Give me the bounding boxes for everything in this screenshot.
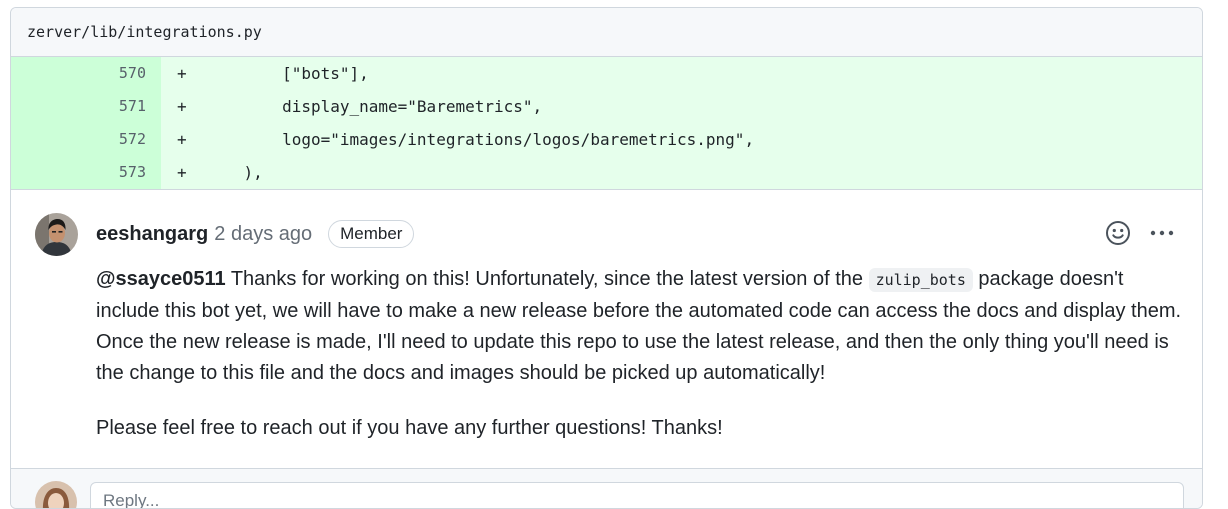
avatar-photo — [35, 213, 78, 256]
file-path-header: zerver/lib/integrations.py — [11, 8, 1202, 57]
comment-paragraph: Please feel free to reach out if you hav… — [96, 417, 723, 439]
line-number[interactable]: 570 — [11, 57, 161, 90]
member-badge: Member — [328, 220, 415, 248]
comment-text: Thanks for working on this! Unfortunatel… — [225, 268, 869, 290]
line-number[interactable]: 571 — [11, 90, 161, 123]
code-line: logo="images/integrations/logos/baremetr… — [205, 130, 755, 149]
current-user-avatar[interactable] — [35, 481, 77, 508]
kebab-icon[interactable] — [1147, 218, 1177, 248]
review-comment-thread: zerver/lib/integrations.py 570 + ["bots"… — [10, 7, 1203, 509]
code-line: ["bots"], — [205, 64, 369, 83]
diff-line: 570 + ["bots"], — [11, 57, 1202, 90]
code-line: display_name="Baremetrics", — [205, 97, 543, 116]
comment: eeshangarg 2 days ago Member @ssayce0511… — [11, 190, 1202, 466]
diff-hunk: 570 + ["bots"], 571 + display_name="Bare… — [11, 57, 1202, 190]
line-number[interactable]: 572 — [11, 123, 161, 156]
addition-marker: + — [177, 97, 187, 116]
code-line: ), — [205, 163, 263, 182]
addition-marker: + — [177, 130, 187, 149]
file-path[interactable]: zerver/lib/integrations.py — [27, 23, 262, 41]
user-mention-link[interactable]: @ssayce0511 — [96, 268, 226, 290]
reply-area: Reply... — [11, 468, 1202, 508]
line-number[interactable]: 573 — [11, 156, 161, 189]
author-avatar[interactable] — [35, 213, 78, 256]
addition-marker: + — [177, 163, 187, 182]
diff-line: 572 + logo="images/integrations/logos/ba… — [11, 123, 1202, 156]
comment-paragraph: @ssayce0511 Thanks for working on this! … — [96, 264, 1186, 389]
comment-body: @ssayce0511 Thanks for working on this! … — [96, 264, 1186, 444]
reply-input[interactable]: Reply... — [90, 482, 1184, 508]
smiley-icon[interactable] — [1103, 218, 1133, 248]
author-name[interactable]: eeshangarg — [96, 223, 208, 246]
comment-actions — [1103, 218, 1177, 248]
comment-timestamp[interactable]: 2 days ago — [214, 223, 312, 246]
inline-code: zulip_bots — [868, 268, 973, 292]
diff-line: 573 + ), — [11, 156, 1202, 189]
addition-marker: + — [177, 64, 187, 83]
avatar-photo — [35, 481, 77, 508]
diff-line: 571 + display_name="Baremetrics", — [11, 90, 1202, 123]
comment-meta: eeshangarg 2 days ago Member — [96, 219, 415, 249]
